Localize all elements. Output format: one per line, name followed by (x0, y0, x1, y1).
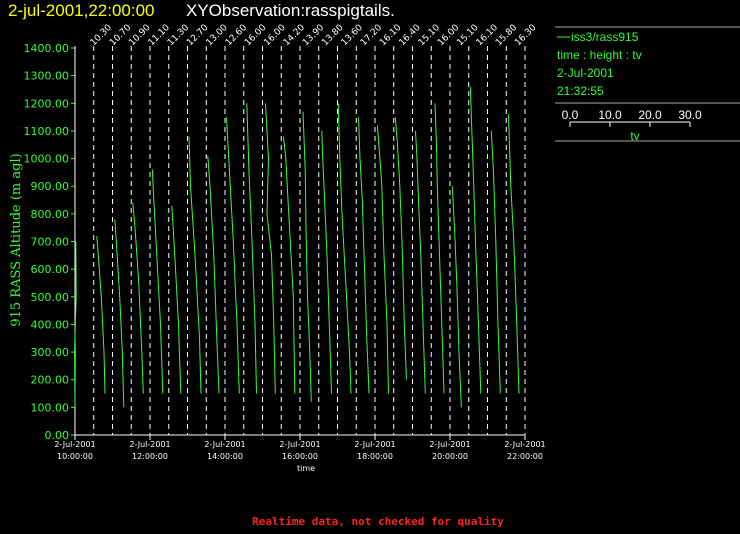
legend-series-name: iss3/rass915 (571, 30, 639, 44)
x-tick-date: 2-Jul-2001 (354, 440, 395, 449)
header-title: XYObservation:rasspigtails. (186, 1, 395, 20)
y-axis-label: 915 RASS Altitude (m agl) (9, 153, 24, 326)
y-tick-label: 1400.00 (24, 42, 70, 55)
x-tick-date: 2-Jul-2001 (504, 440, 545, 449)
tv-profile-line (394, 117, 407, 380)
x-tick-time: 16:00:00 (282, 452, 318, 461)
x-tick-time: 22:00:00 (507, 452, 543, 461)
y-tick-label: 700.00 (31, 236, 70, 249)
x-axis-label: time (297, 464, 315, 473)
tv-profile-line (415, 130, 426, 394)
x-tick-time: 18:00:00 (357, 452, 393, 461)
x-tick-date: 2-Jul-2001 (129, 440, 170, 449)
x-tick-time: 14:00:00 (207, 452, 243, 461)
legend-scale-tick-label: 10.0 (598, 108, 622, 122)
tv-profile-line (337, 103, 352, 394)
y-tick-label: 600.00 (31, 263, 70, 276)
tv-profile-line (171, 205, 182, 394)
y-tick-label: 1000.00 (24, 153, 70, 166)
legend-scale-label: tv (630, 129, 639, 143)
tv-profile-line (96, 235, 106, 394)
rass-chart: 2-jul-2001,22:00:00 XYObservation:rasspi… (8, 1, 740, 528)
x-tick-time: 12:00:00 (132, 452, 168, 461)
y-tick-label: 400.00 (31, 318, 70, 331)
tv-profile-line (132, 202, 144, 394)
legend-line4: 21:32:55 (557, 84, 604, 98)
y-tick-label: 1200.00 (24, 97, 70, 110)
quality-warning: Realtime data, not checked for quality (252, 515, 504, 528)
tv-profile-line (451, 186, 462, 408)
tv-profile-line (207, 155, 220, 394)
y-tick-label: 1300.00 (24, 70, 70, 83)
y-tick-label: 800.00 (31, 208, 70, 221)
legend-line3: 2-Jul-2001 (557, 66, 614, 80)
tv-profile-line (188, 136, 202, 394)
x-tick-date: 2-Jul-2001 (279, 440, 320, 449)
tv-profile-line (151, 169, 164, 394)
tv-profile-line (358, 117, 370, 394)
y-tick-label: 100.00 (31, 401, 70, 414)
tv-profile-line (508, 114, 520, 394)
x-tick-time: 20:00:00 (432, 452, 468, 461)
y-tick-label: 900.00 (31, 180, 70, 193)
x-tick-date: 2-Jul-2001 (429, 440, 470, 449)
tv-profile-line (114, 219, 125, 408)
header-date: 2-jul-2001,22:00:00 (8, 1, 155, 20)
tv-profile-line (469, 86, 482, 394)
x-tick-time: 10:00:00 (57, 452, 93, 461)
top-value-label: 16.30 (513, 23, 538, 48)
tv-profile-line (434, 103, 445, 394)
legend-scale: 0.0 10.0 20.0 30.0 (562, 108, 702, 127)
tv-profile-line (226, 117, 240, 394)
tv-profile-line (490, 130, 501, 394)
tv-profile-line (302, 111, 312, 402)
legend-line2: time : height : tv (557, 48, 642, 62)
x-tick-date: 2-Jul-2001 (54, 440, 95, 449)
legend-scale-tick-label: 20.0 (638, 108, 662, 122)
legend: iss3/rass915 time : height : tv 2-Jul-20… (555, 26, 740, 143)
tv-profile-line (246, 103, 257, 394)
y-tick-label: 1100.00 (24, 125, 70, 138)
y-tick-label: 200.00 (31, 374, 70, 387)
x-tick-date: 2-Jul-2001 (204, 440, 245, 449)
plot-area: 0.00100.00200.00300.00400.00500.00600.00… (24, 23, 546, 461)
tv-profile-line (321, 130, 332, 394)
y-tick-label: 300.00 (31, 346, 70, 359)
tv-profile-line (376, 125, 389, 394)
y-tick-label: 500.00 (31, 291, 70, 304)
tv-profile-line (265, 103, 276, 394)
tv-profile-line (283, 136, 296, 394)
legend-scale-tick-label: 30.0 (678, 108, 702, 122)
legend-scale-tick-label: 0.0 (562, 108, 579, 122)
